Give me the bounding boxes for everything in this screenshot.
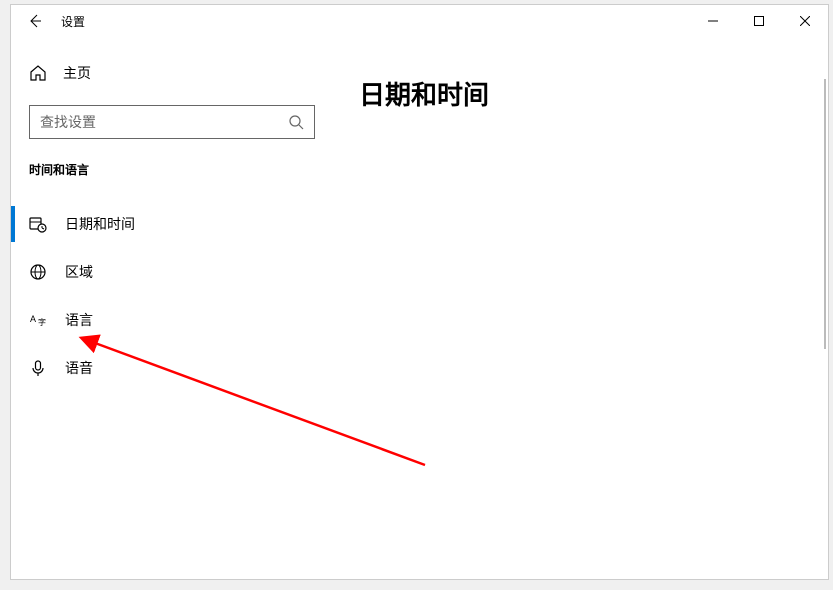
nav-list: 日期和时间 区域 A字 语言 xyxy=(11,200,333,392)
window-title: 设置 xyxy=(61,13,85,30)
titlebar-left: 设置 xyxy=(25,11,85,31)
microphone-icon xyxy=(29,359,47,377)
search-icon xyxy=(288,114,304,130)
window-body: 主页 时间和语言 日期和时间 xyxy=(11,37,828,579)
close-button[interactable] xyxy=(782,5,828,37)
sidebar-item-label: 日期和时间 xyxy=(65,214,135,234)
language-icon: A字 xyxy=(29,311,47,329)
home-button[interactable]: 主页 xyxy=(11,55,333,91)
search-input[interactable] xyxy=(40,114,288,130)
maximize-button[interactable] xyxy=(736,5,782,37)
sidebar-item-label: 语音 xyxy=(65,358,93,378)
back-button[interactable] xyxy=(25,11,45,31)
sidebar-item-label: 语言 xyxy=(65,310,93,330)
home-icon xyxy=(29,64,47,82)
minimize-icon xyxy=(708,16,718,26)
scrollbar[interactable] xyxy=(824,79,826,349)
sidebar-item-region[interactable]: 区域 xyxy=(11,248,333,296)
minimize-button[interactable] xyxy=(690,5,736,37)
sidebar-item-datetime[interactable]: 日期和时间 xyxy=(11,200,333,248)
sidebar: 主页 时间和语言 日期和时间 xyxy=(11,37,333,579)
page-title: 日期和时间 xyxy=(359,75,828,112)
window-controls xyxy=(690,5,828,37)
arrow-left-icon xyxy=(27,13,43,29)
svg-text:A: A xyxy=(30,314,36,324)
maximize-icon xyxy=(754,16,764,26)
sidebar-item-speech[interactable]: 语音 xyxy=(11,344,333,392)
category-label: 时间和语言 xyxy=(29,161,333,178)
globe-icon xyxy=(29,263,47,281)
titlebar: 设置 xyxy=(11,5,828,37)
svg-text:字: 字 xyxy=(38,317,46,327)
content-pane: 日期和时间 xyxy=(333,37,828,579)
calendar-clock-icon xyxy=(29,215,47,233)
home-label: 主页 xyxy=(63,63,91,83)
close-icon xyxy=(800,16,810,26)
sidebar-item-language[interactable]: A字 语言 xyxy=(11,296,333,344)
settings-window: 设置 主页 xyxy=(10,4,829,580)
sidebar-item-label: 区域 xyxy=(65,262,93,282)
search-box[interactable] xyxy=(29,105,315,139)
